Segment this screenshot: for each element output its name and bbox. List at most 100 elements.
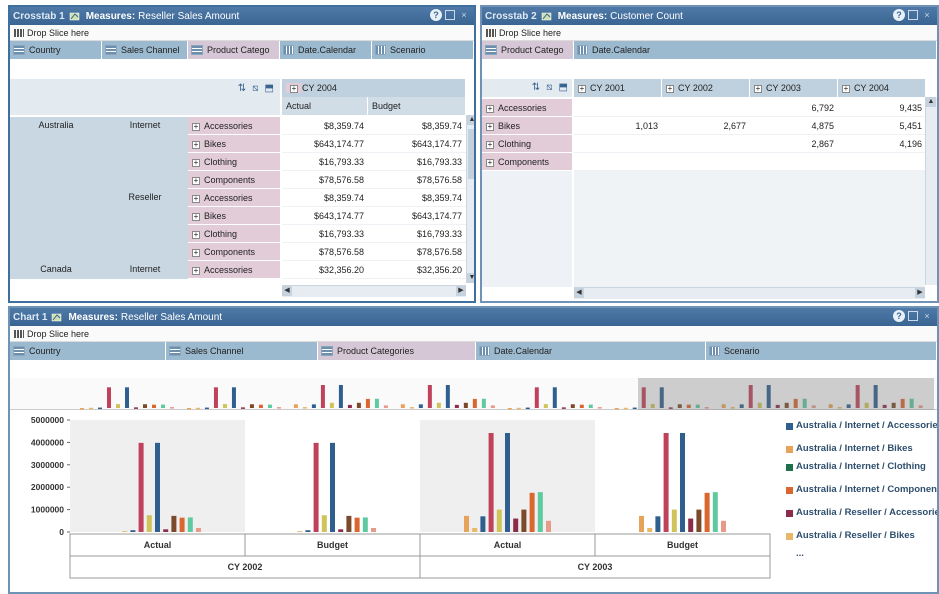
bar[interactable] — [496, 509, 502, 532]
expand-icon[interactable]: + — [192, 231, 200, 239]
value-cell[interactable]: 1,013 — [574, 117, 662, 135]
product-member[interactable]: + Accessories — [188, 189, 280, 207]
horizontal-scrollbar[interactable]: ◀ ▶ — [282, 285, 466, 297]
dim-date-calendar[interactable]: Date.Calendar — [476, 342, 706, 360]
overview-range-selection[interactable] — [638, 378, 934, 410]
maximize-icon[interactable] — [445, 10, 455, 20]
value-cell-actual[interactable]: $32,356.20 — [282, 261, 368, 279]
bar[interactable] — [721, 520, 726, 532]
expand-icon[interactable]: + — [192, 177, 200, 185]
bar[interactable] — [704, 492, 710, 532]
value-cell[interactable] — [662, 153, 750, 171]
bar[interactable] — [155, 442, 160, 532]
bar[interactable] — [505, 432, 510, 532]
maximize-icon[interactable] — [908, 311, 918, 321]
bar[interactable] — [122, 531, 128, 532]
legend-item[interactable]: Australia / Internet / Clothing — [786, 461, 937, 472]
product-member[interactable]: + Components — [188, 243, 280, 261]
expand-icon[interactable]: + — [192, 123, 200, 131]
dim-product-category[interactable]: Product Catego — [188, 41, 280, 59]
col-header-year[interactable]: + CY 2002 — [662, 79, 750, 97]
bar[interactable] — [171, 515, 177, 532]
help-icon[interactable]: ? — [893, 310, 905, 322]
chart1-drop-slice[interactable]: Drop Slice here — [10, 326, 937, 342]
vertical-scrollbar[interactable]: ▲ ▼ — [466, 115, 474, 283]
value-cell-actual[interactable]: $8,359.74 — [282, 117, 368, 135]
value-cell-budget[interactable]: $16,793.33 — [368, 153, 466, 171]
value-cell-budget[interactable]: $32,356.20 — [368, 261, 466, 279]
bar[interactable] — [537, 492, 543, 532]
expand-icon[interactable]: + — [486, 159, 494, 167]
bar[interactable] — [297, 531, 303, 532]
bar[interactable] — [639, 515, 644, 532]
legend-item[interactable]: Australia / Reseller / Bikes — [786, 530, 937, 541]
dim-sales-channel[interactable]: Sales Channel — [166, 342, 318, 360]
bar[interactable] — [371, 527, 376, 532]
bar[interactable] — [488, 432, 494, 532]
value-cell-actual[interactable]: $643,174.77 — [282, 135, 368, 153]
row-header-reseller[interactable]: Reseller — [102, 189, 188, 261]
value-cell[interactable] — [574, 153, 662, 171]
product-member[interactable]: + Components — [482, 153, 572, 171]
value-cell-budget[interactable]: $16,793.33 — [368, 225, 466, 243]
product-member[interactable]: + Accessories — [188, 261, 280, 279]
value-cell[interactable]: 2,677 — [662, 117, 750, 135]
close-icon[interactable]: × — [458, 9, 470, 21]
bar[interactable] — [362, 517, 368, 532]
bar[interactable] — [521, 509, 527, 532]
expand-icon[interactable]: + — [192, 159, 200, 167]
bar[interactable] — [696, 509, 702, 532]
value-cell[interactable] — [662, 135, 750, 153]
help-icon[interactable]: ? — [430, 9, 442, 21]
expand-icon[interactable]: + — [578, 85, 586, 93]
legend-item[interactable]: Australia / Internet / Bikes — [786, 443, 937, 454]
bar[interactable] — [338, 529, 344, 532]
expand-icon[interactable]: + — [842, 85, 850, 93]
col-group-cy2004[interactable]: + CY 2004 — [282, 79, 466, 97]
row-header-canada[interactable]: Canada — [10, 261, 102, 279]
value-cell[interactable] — [750, 153, 838, 171]
bar[interactable] — [472, 527, 478, 532]
value-cell[interactable]: 4,196 — [838, 135, 926, 153]
bar[interactable] — [346, 515, 352, 532]
filter-icon[interactable]: ⧅ — [252, 83, 258, 94]
crosstab2-drop-slice[interactable]: Drop Slice here — [482, 25, 937, 41]
product-member[interactable]: + Bikes — [188, 135, 280, 153]
dim-country[interactable]: Country — [10, 342, 166, 360]
legend-item[interactable]: Australia / Reseller / Accessories — [786, 507, 937, 518]
crosstab2-titlebar[interactable]: Crosstab 2 Measures: Customer Count ? × — [482, 7, 937, 25]
dim-product-category[interactable]: Product Catego — [482, 41, 574, 59]
horizontal-scrollbar[interactable]: ◀ ▶ — [574, 287, 925, 299]
help-icon[interactable]: ? — [893, 9, 905, 21]
dim-scenario[interactable]: Scenario — [706, 342, 937, 360]
close-icon[interactable]: × — [921, 310, 933, 322]
maximize-icon[interactable] — [908, 10, 918, 20]
vertical-scrollbar[interactable]: ▲ — [925, 97, 937, 285]
bar[interactable] — [130, 530, 136, 532]
bar[interactable] — [163, 529, 169, 532]
bar[interactable] — [480, 516, 486, 532]
filter-icon[interactable]: ⧅ — [546, 82, 552, 93]
scroll-left-arrow[interactable]: ◀ — [574, 288, 584, 298]
value-cell-budget[interactable]: $643,174.77 — [368, 135, 466, 153]
bar[interactable] — [647, 527, 653, 532]
scroll-left-arrow[interactable]: ◀ — [282, 286, 292, 296]
value-cell[interactable]: 9,435 — [838, 99, 926, 117]
expand-icon[interactable]: + — [192, 141, 200, 149]
legend-item[interactable]: Australia / Internet / Components — [786, 484, 937, 495]
bar[interactable] — [179, 517, 185, 532]
value-cell-budget[interactable]: $78,576.58 — [368, 243, 466, 261]
product-member[interactable]: + Bikes — [188, 207, 280, 225]
bar[interactable] — [138, 442, 144, 532]
swap-axes-icon[interactable]: ⇅ — [238, 83, 246, 94]
product-member[interactable]: + Bikes — [482, 117, 572, 135]
value-cell[interactable]: 4,875 — [750, 117, 838, 135]
bar[interactable] — [655, 516, 661, 532]
dim-date-calendar[interactable]: Date.Calendar — [574, 41, 937, 59]
dim-country[interactable]: Country — [10, 41, 102, 59]
value-cell-actual[interactable]: $8,359.74 — [282, 189, 368, 207]
bar[interactable] — [196, 527, 201, 532]
value-cell-actual[interactable]: $16,793.33 — [282, 225, 368, 243]
bar[interactable] — [529, 492, 535, 532]
bar[interactable] — [671, 509, 677, 532]
